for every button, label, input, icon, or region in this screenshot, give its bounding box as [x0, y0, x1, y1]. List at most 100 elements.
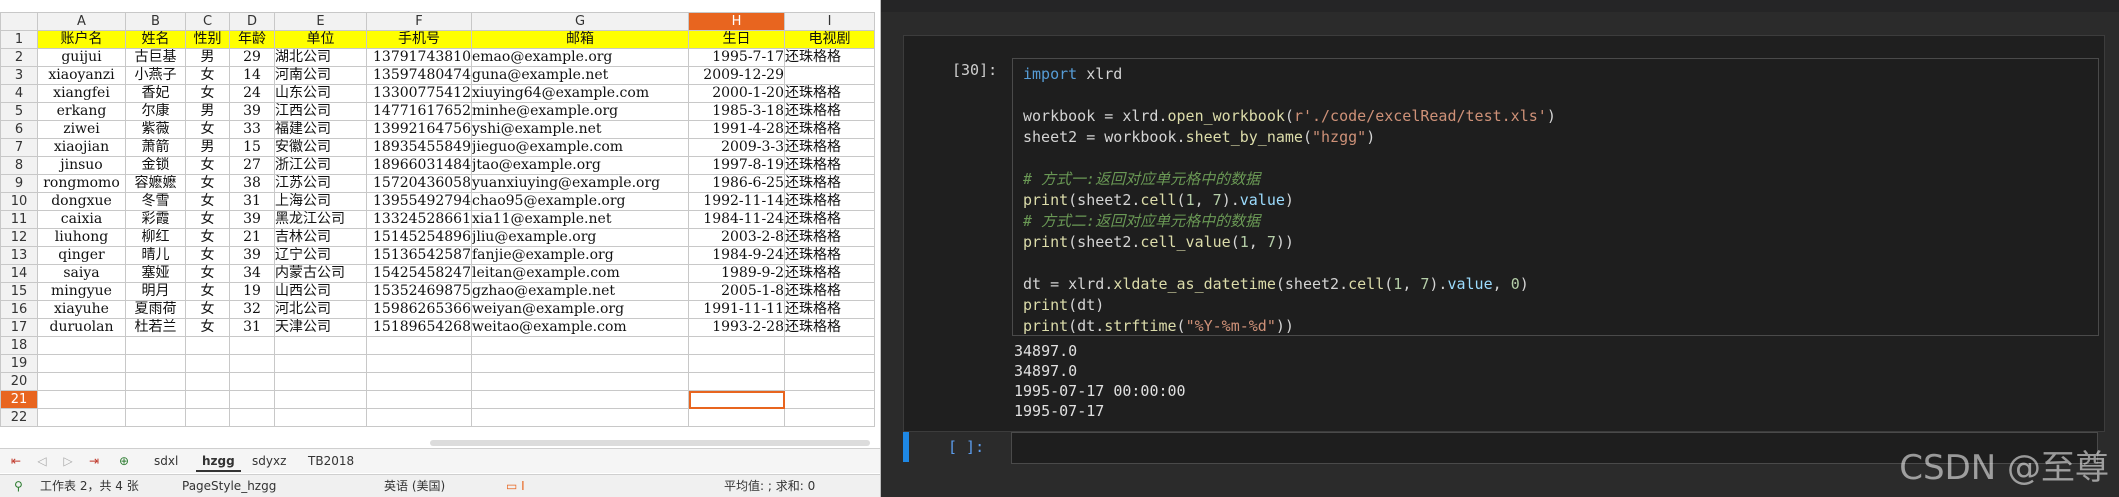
- column-header-i[interactable]: I: [784, 12, 875, 31]
- table-cell[interactable]: 2003-2-8: [688, 228, 785, 247]
- table-cell[interactable]: leitan@example.com: [471, 264, 689, 283]
- table-cell[interactable]: 江西公司: [274, 102, 367, 121]
- table-cell[interactable]: 1986-6-25: [688, 174, 785, 193]
- column-header-b[interactable]: B: [125, 12, 186, 31]
- header-cell[interactable]: 姓名: [125, 30, 186, 49]
- table-cell[interactable]: yuanxiuying@example.org: [471, 174, 689, 193]
- table-cell[interactable]: guijui: [37, 48, 126, 67]
- table-cell[interactable]: 1991-11-11: [688, 300, 785, 319]
- header-cell[interactable]: 年龄: [229, 30, 275, 49]
- table-cell[interactable]: 塞娅: [125, 264, 186, 283]
- table-cell[interactable]: 彩霞: [125, 210, 186, 229]
- table-cell[interactable]: 湖北公司: [274, 48, 367, 67]
- table-cell[interactable]: [471, 390, 689, 409]
- header-cell[interactable]: 性别: [185, 30, 230, 49]
- table-cell[interactable]: 河北公司: [274, 300, 367, 319]
- column-header-e[interactable]: E: [274, 12, 367, 31]
- table-cell[interactable]: 江苏公司: [274, 174, 367, 193]
- table-cell[interactable]: 金锁: [125, 156, 186, 175]
- table-cell[interactable]: 还珠格格: [784, 48, 875, 67]
- table-cell[interactable]: 福建公司: [274, 120, 367, 139]
- table-cell[interactable]: 1985-3-18: [688, 102, 785, 121]
- column-header-g[interactable]: G: [471, 12, 689, 31]
- table-cell[interactable]: gzhao@example.net: [471, 282, 689, 301]
- row-header[interactable]: 15: [0, 282, 38, 301]
- table-cell[interactable]: 小燕子: [125, 66, 186, 85]
- row-header[interactable]: 9: [0, 174, 38, 193]
- table-cell[interactable]: 39: [229, 102, 275, 121]
- column-header-d[interactable]: D: [229, 12, 275, 31]
- table-cell[interactable]: 1991-4-28: [688, 120, 785, 139]
- table-cell[interactable]: 女: [185, 264, 230, 283]
- table-cell[interactable]: 15: [229, 138, 275, 157]
- table-cell[interactable]: 32: [229, 300, 275, 319]
- table-cell[interactable]: xiaoyanzi: [37, 66, 126, 85]
- table-cell[interactable]: [229, 336, 275, 355]
- table-cell[interactable]: 还珠格格: [784, 300, 875, 319]
- table-cell[interactable]: liuhong: [37, 228, 126, 247]
- table-cell[interactable]: 天津公司: [274, 318, 367, 337]
- table-cell[interactable]: 31: [229, 318, 275, 337]
- table-cell[interactable]: 39: [229, 246, 275, 265]
- last-sheet-icon[interactable]: ⇥: [86, 453, 102, 469]
- table-cell[interactable]: 29: [229, 48, 275, 67]
- table-cell[interactable]: 浙江公司: [274, 156, 367, 175]
- table-cell[interactable]: 女: [185, 174, 230, 193]
- table-cell[interactable]: dongxue: [37, 192, 126, 211]
- tab-sdxl[interactable]: sdxl: [148, 452, 184, 470]
- table-cell[interactable]: 还珠格格: [784, 138, 875, 157]
- table-cell[interactable]: [37, 336, 126, 355]
- table-cell[interactable]: qinger: [37, 246, 126, 265]
- next-sheet-icon[interactable]: ▷: [60, 453, 76, 469]
- table-cell[interactable]: 山东公司: [274, 84, 367, 103]
- table-cell[interactable]: 还珠格格: [784, 318, 875, 337]
- table-cell[interactable]: [125, 408, 186, 427]
- table-cell[interactable]: jinsuo: [37, 156, 126, 175]
- table-cell[interactable]: [185, 336, 230, 355]
- table-cell[interactable]: 15145254896: [366, 228, 472, 247]
- table-cell[interactable]: 15986265366: [366, 300, 472, 319]
- table-cell[interactable]: [366, 354, 472, 373]
- table-cell[interactable]: 13324528661: [366, 210, 472, 229]
- row-header[interactable]: 14: [0, 264, 38, 283]
- table-cell[interactable]: [688, 336, 785, 355]
- table-cell[interactable]: [274, 408, 367, 427]
- table-cell[interactable]: [366, 390, 472, 409]
- table-cell[interactable]: 容嬷嬷: [125, 174, 186, 193]
- column-header-h[interactable]: H: [688, 12, 785, 31]
- language[interactable]: 英语 (美国): [384, 475, 445, 497]
- table-cell[interactable]: 2000-1-20: [688, 84, 785, 103]
- table-cell[interactable]: 明月: [125, 282, 186, 301]
- table-cell[interactable]: 15425458247: [366, 264, 472, 283]
- row-header[interactable]: 19: [0, 354, 38, 373]
- table-cell[interactable]: [37, 372, 126, 391]
- table-cell[interactable]: jtao@example.org: [471, 156, 689, 175]
- table-cell[interactable]: [274, 390, 367, 409]
- table-cell[interactable]: 紫薇: [125, 120, 186, 139]
- table-cell[interactable]: [125, 390, 186, 409]
- table-cell[interactable]: 13597480474: [366, 66, 472, 85]
- table-cell[interactable]: 河南公司: [274, 66, 367, 85]
- table-cell[interactable]: 还珠格格: [784, 282, 875, 301]
- column-header-f[interactable]: F: [366, 12, 472, 31]
- table-cell[interactable]: 15136542587: [366, 246, 472, 265]
- table-cell[interactable]: [37, 390, 126, 409]
- table-cell[interactable]: emao@example.org: [471, 48, 689, 67]
- row-header[interactable]: 16: [0, 300, 38, 319]
- table-cell[interactable]: 杜若兰: [125, 318, 186, 337]
- table-cell[interactable]: 女: [185, 156, 230, 175]
- table-cell[interactable]: 34: [229, 264, 275, 283]
- table-cell[interactable]: [185, 408, 230, 427]
- table-cell[interactable]: 安徽公司: [274, 138, 367, 157]
- table-cell[interactable]: 女: [185, 318, 230, 337]
- table-cell[interactable]: [229, 354, 275, 373]
- table-cell[interactable]: 1984-9-24: [688, 246, 785, 265]
- table-cell[interactable]: 还珠格格: [784, 174, 875, 193]
- table-cell[interactable]: 15189654268: [366, 318, 472, 337]
- table-cell[interactable]: [688, 408, 785, 427]
- table-cell[interactable]: 1997-8-19: [688, 156, 785, 175]
- table-cell[interactable]: 吉林公司: [274, 228, 367, 247]
- table-cell[interactable]: [229, 408, 275, 427]
- row-header[interactable]: 20: [0, 372, 38, 391]
- table-cell[interactable]: 夏雨荷: [125, 300, 186, 319]
